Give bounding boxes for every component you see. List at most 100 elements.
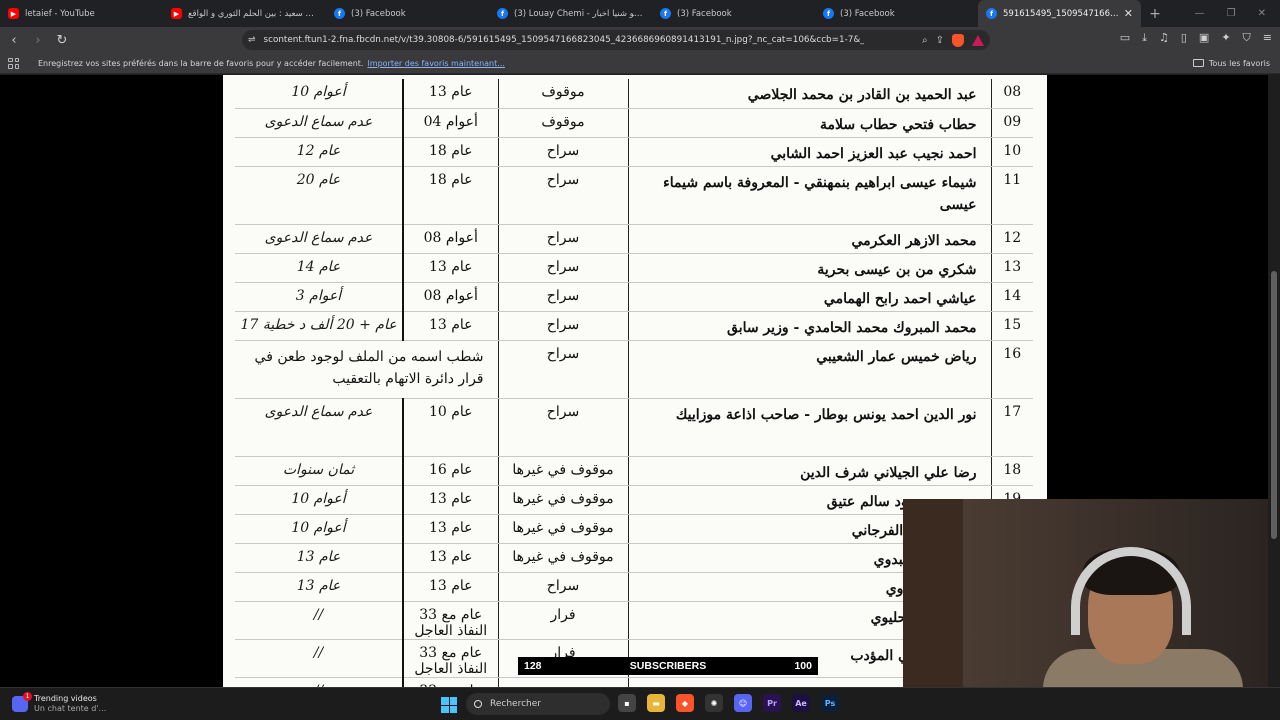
name-cell: نور الدين احمد يونس بوطار - صاحب اذاعة م… bbox=[628, 398, 992, 457]
widgets-icon: 1 bbox=[12, 692, 32, 712]
sentence-cell: 13 عام bbox=[403, 572, 499, 602]
tab-title: (3) Facebook bbox=[840, 8, 895, 19]
scrollbar[interactable] bbox=[1268, 75, 1280, 687]
youtube-icon: ▶ bbox=[8, 8, 19, 19]
status-cell bbox=[498, 677, 629, 687]
table-row: عدم سماع الدعوى 04 أعوام موقوف حطاب فتحي حط… bbox=[235, 108, 1033, 138]
downloads-icon[interactable]: ⤓ bbox=[1142, 31, 1147, 45]
status-cell: سراح bbox=[498, 224, 629, 254]
leo-ai-icon[interactable]: ✦ bbox=[1221, 31, 1230, 45]
new-tab-button[interactable]: + bbox=[1141, 0, 1169, 27]
reload-button[interactable]: ↻ bbox=[52, 30, 72, 50]
brave-icon[interactable]: ◆ bbox=[676, 694, 694, 712]
import-bookmarks-link[interactable]: Importer des favoris maintenant... bbox=[367, 59, 504, 68]
status-cell: فرار bbox=[498, 601, 629, 640]
windows-start-icon[interactable] bbox=[441, 697, 457, 713]
tab-5[interactable]: f (3) Facebook bbox=[815, 0, 978, 27]
name-cell: شكري من بن عيسى بحرية bbox=[628, 253, 992, 283]
discord-icon[interactable]: ☺ bbox=[734, 694, 752, 712]
tab-6-active[interactable]: f 591615495_1509547166823045✕ bbox=[978, 0, 1141, 27]
subscriber-count-right: 100 bbox=[794, 660, 812, 672]
table-row: عدم سماع الدعوى 10 عام سراح نور الدين احمد … bbox=[235, 398, 1033, 457]
brave-shields-icon[interactable] bbox=[952, 33, 964, 47]
facebook-icon: f bbox=[986, 8, 997, 19]
number-cell: 10 bbox=[991, 137, 1033, 167]
close-window-icon[interactable]: ✕ bbox=[1258, 8, 1266, 19]
subscribers-label: SUBSCRIBERS bbox=[629, 660, 707, 672]
search-placeholder: Rechercher bbox=[490, 699, 541, 709]
tab-1[interactable]: ▶ قيس سعيد : بين الحلم الثوري و الواقع bbox=[163, 0, 326, 27]
note-cell: 17 عام + 20 ألف د خطية bbox=[235, 311, 404, 341]
number-cell: 12 bbox=[991, 224, 1033, 254]
number-cell: 09 bbox=[991, 108, 1033, 138]
note-cell: // bbox=[235, 639, 404, 678]
table-row: 12 عام 18 عام سراح احمد نجيب عبد العزيز احم… bbox=[235, 137, 1033, 167]
photoshop-icon[interactable]: Ps bbox=[821, 694, 839, 712]
url-text[interactable]: scontent.ftun1-2.fna.fbcdn.net/v/t39.308… bbox=[264, 35, 864, 45]
number-cell: 13 bbox=[991, 253, 1033, 283]
facebook-icon: f bbox=[823, 8, 834, 19]
status-cell: موقوف في غيرها bbox=[498, 456, 629, 486]
status-cell: سراح bbox=[498, 166, 629, 225]
wallet-icon[interactable]: ▣ bbox=[1199, 31, 1209, 45]
minimize-icon[interactable]: — bbox=[1195, 8, 1205, 19]
bookshelf bbox=[903, 499, 963, 687]
apps-grid-icon[interactable] bbox=[8, 57, 19, 69]
tab-3[interactable]: f (3) Louay Chemi - ونشوفو شنيا اخبار bbox=[489, 0, 652, 27]
vpn-icon[interactable]: ⛉ bbox=[1243, 31, 1251, 45]
tab-0[interactable]: ▶ letaief - YouTube bbox=[0, 0, 163, 27]
after-effects-icon[interactable]: Ae bbox=[792, 694, 810, 712]
sentence-cell: 13 عام bbox=[403, 311, 499, 341]
tab-2[interactable]: f (3) Facebook bbox=[326, 0, 489, 27]
note-cell: عدم سماع الدعوى bbox=[235, 224, 404, 254]
name-cell: رضا علي الجيلاني شرف الدين bbox=[628, 456, 992, 486]
maximize-icon[interactable]: ❐ bbox=[1227, 8, 1236, 19]
status-cell: سراح bbox=[498, 398, 629, 457]
pinned-apps: ▪ ▬ ◆ ✺ ☺ Pr Ae Ps bbox=[618, 694, 839, 712]
name-cell: شيماء عيسى ابراهيم بنمهنقي - المعروفة با… bbox=[628, 166, 992, 225]
sentence-cell: 04 أعوام bbox=[403, 108, 499, 138]
table-row: 17 عام + 20 ألف د خطية 13 عام سراح محمد الم… bbox=[235, 311, 1033, 341]
share-icon[interactable]: ⇪ bbox=[936, 35, 944, 46]
widgets-button[interactable]: 1 Trending videos Un chat tente d'... bbox=[12, 692, 106, 714]
all-favorites-label: Tous les favoris bbox=[1208, 58, 1270, 68]
sentence-cell: 13 عام bbox=[403, 79, 499, 109]
tab-4[interactable]: f (3) Facebook bbox=[652, 0, 815, 27]
chatgpt-icon[interactable]: ✺ bbox=[705, 694, 723, 712]
sentence-cell: 13 عام bbox=[403, 485, 499, 515]
media-icon[interactable]: ♫ bbox=[1159, 31, 1169, 45]
number-cell: 17 bbox=[991, 398, 1033, 457]
note-cell: 20 عام bbox=[235, 166, 404, 225]
taskbar-search[interactable]: Rechercher bbox=[466, 693, 610, 715]
sidebar-icon[interactable]: ▯ bbox=[1181, 31, 1187, 45]
menu-icon[interactable]: ≡ bbox=[1263, 31, 1272, 45]
sentence-cell: 08 أعوام bbox=[403, 282, 499, 312]
forward-button[interactable]: › bbox=[28, 30, 48, 50]
note-cell: 13 عام bbox=[235, 543, 404, 573]
scrollbar-thumb[interactable] bbox=[1271, 271, 1277, 539]
back-button[interactable]: ‹ bbox=[4, 30, 24, 50]
status-cell: موقوف bbox=[498, 79, 629, 109]
bookmarks-message: Enregistrez vos sites préférés dans la b… bbox=[38, 58, 364, 68]
close-tab-icon[interactable]: ✕ bbox=[1120, 7, 1133, 20]
zoom-icon[interactable]: ⌕ bbox=[922, 35, 928, 46]
note-cell: 3 أعوام bbox=[235, 282, 404, 312]
table-row: 14 عام 13 عام سراح شكري من بن عيسى بحرية 13 bbox=[235, 253, 1033, 283]
brave-rewards-icon[interactable] bbox=[972, 34, 984, 46]
address-bar[interactable]: ⇌ scontent.ftun1-2.fna.fbcdn.net/v/t39.3… bbox=[242, 30, 990, 50]
sentence-cell: 33 عام مع النفاذ العاجل bbox=[403, 677, 499, 687]
bookmarks-bar: Enregistrez vos sites préférés dans la b… bbox=[0, 53, 1280, 74]
task-view-icon[interactable]: ▪ bbox=[618, 694, 636, 712]
subscriber-counter: 128 SUBSCRIBERS 100 bbox=[518, 657, 818, 675]
file-explorer-icon[interactable]: ▬ bbox=[647, 694, 665, 712]
all-favorites-button[interactable]: Tous les favoris bbox=[1192, 58, 1270, 68]
note-cell: ثمان سنوات bbox=[235, 456, 404, 486]
premiere-icon[interactable]: Pr bbox=[763, 694, 781, 712]
sentence-cell: 08 أعوام bbox=[403, 224, 499, 254]
tab-search-icon[interactable]: ▭ bbox=[1120, 31, 1130, 45]
subscriber-count-left: 128 bbox=[524, 660, 542, 672]
site-info-icon[interactable]: ⇌ bbox=[248, 35, 256, 45]
status-cell: موقوف في غيرها bbox=[498, 485, 629, 515]
table-row: عدم سماع الدعوى 08 أعوام سراح محمد الازهر ا… bbox=[235, 224, 1033, 254]
status-cell: موقوف في غيرها bbox=[498, 514, 629, 544]
